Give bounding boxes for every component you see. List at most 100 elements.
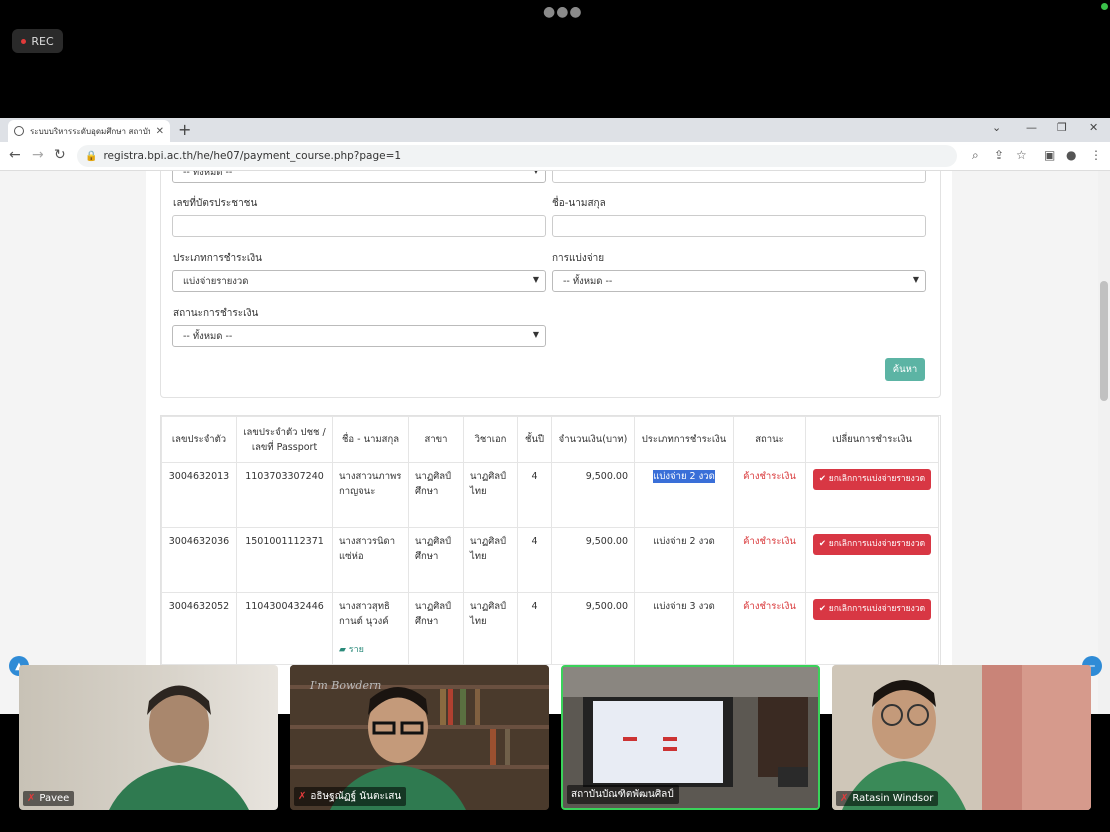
- poster-text: I'm Bowdern: [310, 679, 382, 692]
- id-card-label: เลขที่บัตรประชาชน: [173, 198, 258, 209]
- cell-year: 4: [517, 462, 552, 528]
- header-student-id: เลขประจำตัว: [161, 416, 237, 463]
- participant-video: [109, 685, 249, 810]
- participant-name: อธิษฐณัฏฐ์ นันตะเสน: [310, 791, 402, 802]
- payment-type-label: ประเภทการชำระเงิน: [173, 253, 263, 264]
- close-tab-icon[interactable]: ✕: [156, 126, 164, 137]
- browser-tab[interactable]: ระบบบริหารระดับอุดมศึกษา สถาบันบั ✕: [8, 120, 170, 142]
- cell-year: 4: [517, 592, 552, 665]
- results-table: เลขประจำตัว เลขประจำตัว ปชช / เลขที่ Pas…: [161, 416, 939, 665]
- cell-year: 4: [517, 527, 552, 593]
- participant-name-tag: ✗ Ratasin Windsor: [836, 791, 939, 806]
- profile-icon[interactable]: ●: [1066, 148, 1076, 162]
- participant-tile[interactable]: ✗ Ratasin Windsor: [832, 665, 1091, 810]
- participant-tile[interactable]: ✗ Pavee: [19, 665, 278, 810]
- header-name: ชื่อ - นามสกุล: [332, 416, 409, 463]
- rec-label: REC: [31, 34, 54, 48]
- participant-tile-active-speaker[interactable]: สถาบันบัณฑิตพัฒนศิลป์: [561, 665, 820, 810]
- tab-title: ระบบบริหารระดับอุดมศึกษา สถาบันบั: [30, 126, 150, 136]
- reload-icon[interactable]: ↻: [54, 147, 66, 163]
- cell-student-id: 3004632013: [161, 462, 237, 528]
- cancel-installment-button[interactable]: ✔ ยกเลิกการแบ่งจ่ายรายงวด: [812, 534, 932, 555]
- cell-status: ค้างชำระเงิน: [733, 592, 806, 665]
- header-change-payment: เปลี่ยนการชำระเงิน: [805, 416, 939, 463]
- address-bar: ← → ↻ 🔒 registra.bpi.ac.th/he/he07/payme…: [0, 142, 1110, 171]
- cancel-installment-button[interactable]: ✔ ยกเลิกการแบ่งจ่ายรายงวด: [812, 469, 932, 490]
- id-card-input[interactable]: [172, 215, 546, 237]
- cell-payment-type: แบ่งจ่าย 3 งวด: [634, 592, 734, 665]
- cell-citizen-id: 1103703307240: [236, 462, 333, 528]
- tab-strip: ระบบบริหารระดับอุดมศึกษา สถาบันบั ✕ + ⌄ …: [0, 118, 1110, 142]
- cancel-installment-button[interactable]: ✔ ยกเลิกการแบ่งจ่ายรายงวด: [812, 599, 932, 620]
- cell-student-id: 3004632052: [161, 592, 237, 665]
- participant-name: Pavee: [39, 793, 70, 804]
- cell-student-id: 3004632036: [161, 527, 237, 593]
- mic-muted-icon: ✗: [298, 791, 307, 802]
- tab-search-icon[interactable]: ⌄: [992, 121, 1001, 134]
- table-row: 3004632013 1103703307240 นางสาวนภาพร กาญ…: [161, 462, 939, 528]
- top-filter-value: -- ทั้งหมด --: [183, 171, 233, 178]
- cell-action: ✔ ยกเลิกการแบ่งจ่ายรายงวด: [805, 462, 939, 528]
- cell-citizen-id: 1501001112371: [236, 527, 333, 593]
- participant-name-tag: ✗ อธิษฐณัฏฐ์ นันตะเสน: [294, 787, 407, 806]
- cell-action: ✔ ยกเลิกการแบ่งจ่ายรายงวด: [805, 592, 939, 665]
- forward-icon[interactable]: →: [32, 147, 44, 163]
- chevron-down-icon: ▼: [533, 171, 539, 175]
- new-tab-button[interactable]: +: [178, 120, 191, 139]
- split-label: การแบ่งจ่าย: [552, 253, 605, 264]
- folder-icon: ▰: [339, 645, 346, 655]
- chevron-down-icon: ▼: [912, 275, 919, 284]
- search-button[interactable]: ค้นหา: [885, 358, 925, 381]
- side-panel-icon[interactable]: ▣: [1044, 148, 1055, 162]
- cell-name: นางสาวนภาพร กาญจนะ: [332, 462, 409, 528]
- header-amount: จำนวนเงิน(บาท): [551, 416, 635, 463]
- top-right-input[interactable]: [552, 171, 926, 183]
- header-major: วิชาเอก: [463, 416, 518, 463]
- payment-type-value: แบ่งจ่ายรายงวด: [183, 275, 249, 287]
- header-citizen-id: เลขประจำตัว ปชช / เลขที่ Passport: [236, 416, 333, 463]
- cell-major: นาฏศิลป์ไทย: [463, 592, 518, 665]
- menu-kebab-icon[interactable]: ⋮: [1090, 148, 1102, 162]
- cell-amount: 9,500.00: [551, 592, 635, 665]
- scrollbar-thumb[interactable]: [1100, 281, 1108, 401]
- lock-icon: 🔒: [85, 150, 98, 162]
- status-select[interactable]: -- ทั้งหมด -- ▼: [172, 325, 546, 347]
- back-icon[interactable]: ←: [9, 147, 21, 163]
- cell-name: นางสาวสุทธิกานต์ นุวงค์ ▰ ราย: [332, 592, 409, 665]
- detail-link[interactable]: ▰ ราย: [339, 643, 402, 658]
- cell-name: นางสาวรนิดา แซ่ห่อ: [332, 527, 409, 593]
- more-options-icon[interactable]: ●●●: [543, 4, 583, 20]
- share-icon[interactable]: ⇪: [994, 148, 1004, 162]
- participant-tile[interactable]: I'm Bowdern ✗ อธิษฐณัฏฐ์ นันตะเสน: [290, 665, 549, 810]
- chevron-down-icon: ▼: [532, 330, 539, 339]
- mic-muted-icon: ✗: [840, 793, 849, 804]
- participant-video: [832, 665, 1091, 810]
- minimize-button[interactable]: —: [1026, 121, 1037, 134]
- bookmark-star-icon[interactable]: ☆: [1016, 148, 1027, 162]
- participant-name-tag: ✗ Pavee: [23, 791, 75, 806]
- table-row: 3004632052 1104300432446 นางสาวสุทธิกานต…: [161, 592, 939, 665]
- fullname-input[interactable]: [552, 215, 926, 237]
- cell-payment-type: แบ่งจ่าย 2 งวด: [634, 462, 734, 528]
- header-year: ชั้นปี: [517, 416, 552, 463]
- header-status: สถานะ: [733, 416, 806, 463]
- restore-button[interactable]: ❐: [1057, 121, 1067, 134]
- detail-link-label: ราย: [348, 645, 364, 655]
- cell-citizen-id: 1104300432446: [236, 592, 333, 665]
- cell-branch: นาฏศิลป์ศึกษา: [408, 592, 464, 665]
- cell-major: นาฏศิลป์ไทย: [463, 462, 518, 528]
- payment-type-select[interactable]: แบ่งจ่ายรายงวด ▼: [172, 270, 546, 292]
- cell-action: ✔ ยกเลิกการแบ่งจ่ายรายงวด: [805, 527, 939, 593]
- name-text: นางสาวสุทธิกานต์ นุวงค์: [339, 601, 390, 627]
- mic-muted-icon: ✗: [27, 793, 36, 804]
- zoom-icon[interactable]: ⌕: [972, 148, 979, 163]
- page-scrollbar[interactable]: [1098, 171, 1110, 714]
- participant-name-tag: สถาบันบัณฑิตพัฒนศิลป์: [567, 785, 679, 804]
- table-row: 3004632036 1501001112371 นางสาวรนิดา แซ่…: [161, 527, 939, 593]
- top-filter-select[interactable]: -- ทั้งหมด -- ▼: [172, 171, 546, 183]
- omnibox[interactable]: 🔒 registra.bpi.ac.th/he/he07/payment_cou…: [77, 145, 957, 167]
- fullname-label: ชื่อ-นามสกุล: [552, 198, 606, 209]
- url-text[interactable]: registra.bpi.ac.th/he/he07/payment_cours…: [103, 150, 401, 162]
- close-window-button[interactable]: ✕: [1089, 121, 1098, 134]
- split-select[interactable]: -- ทั้งหมด -- ▼: [552, 270, 926, 292]
